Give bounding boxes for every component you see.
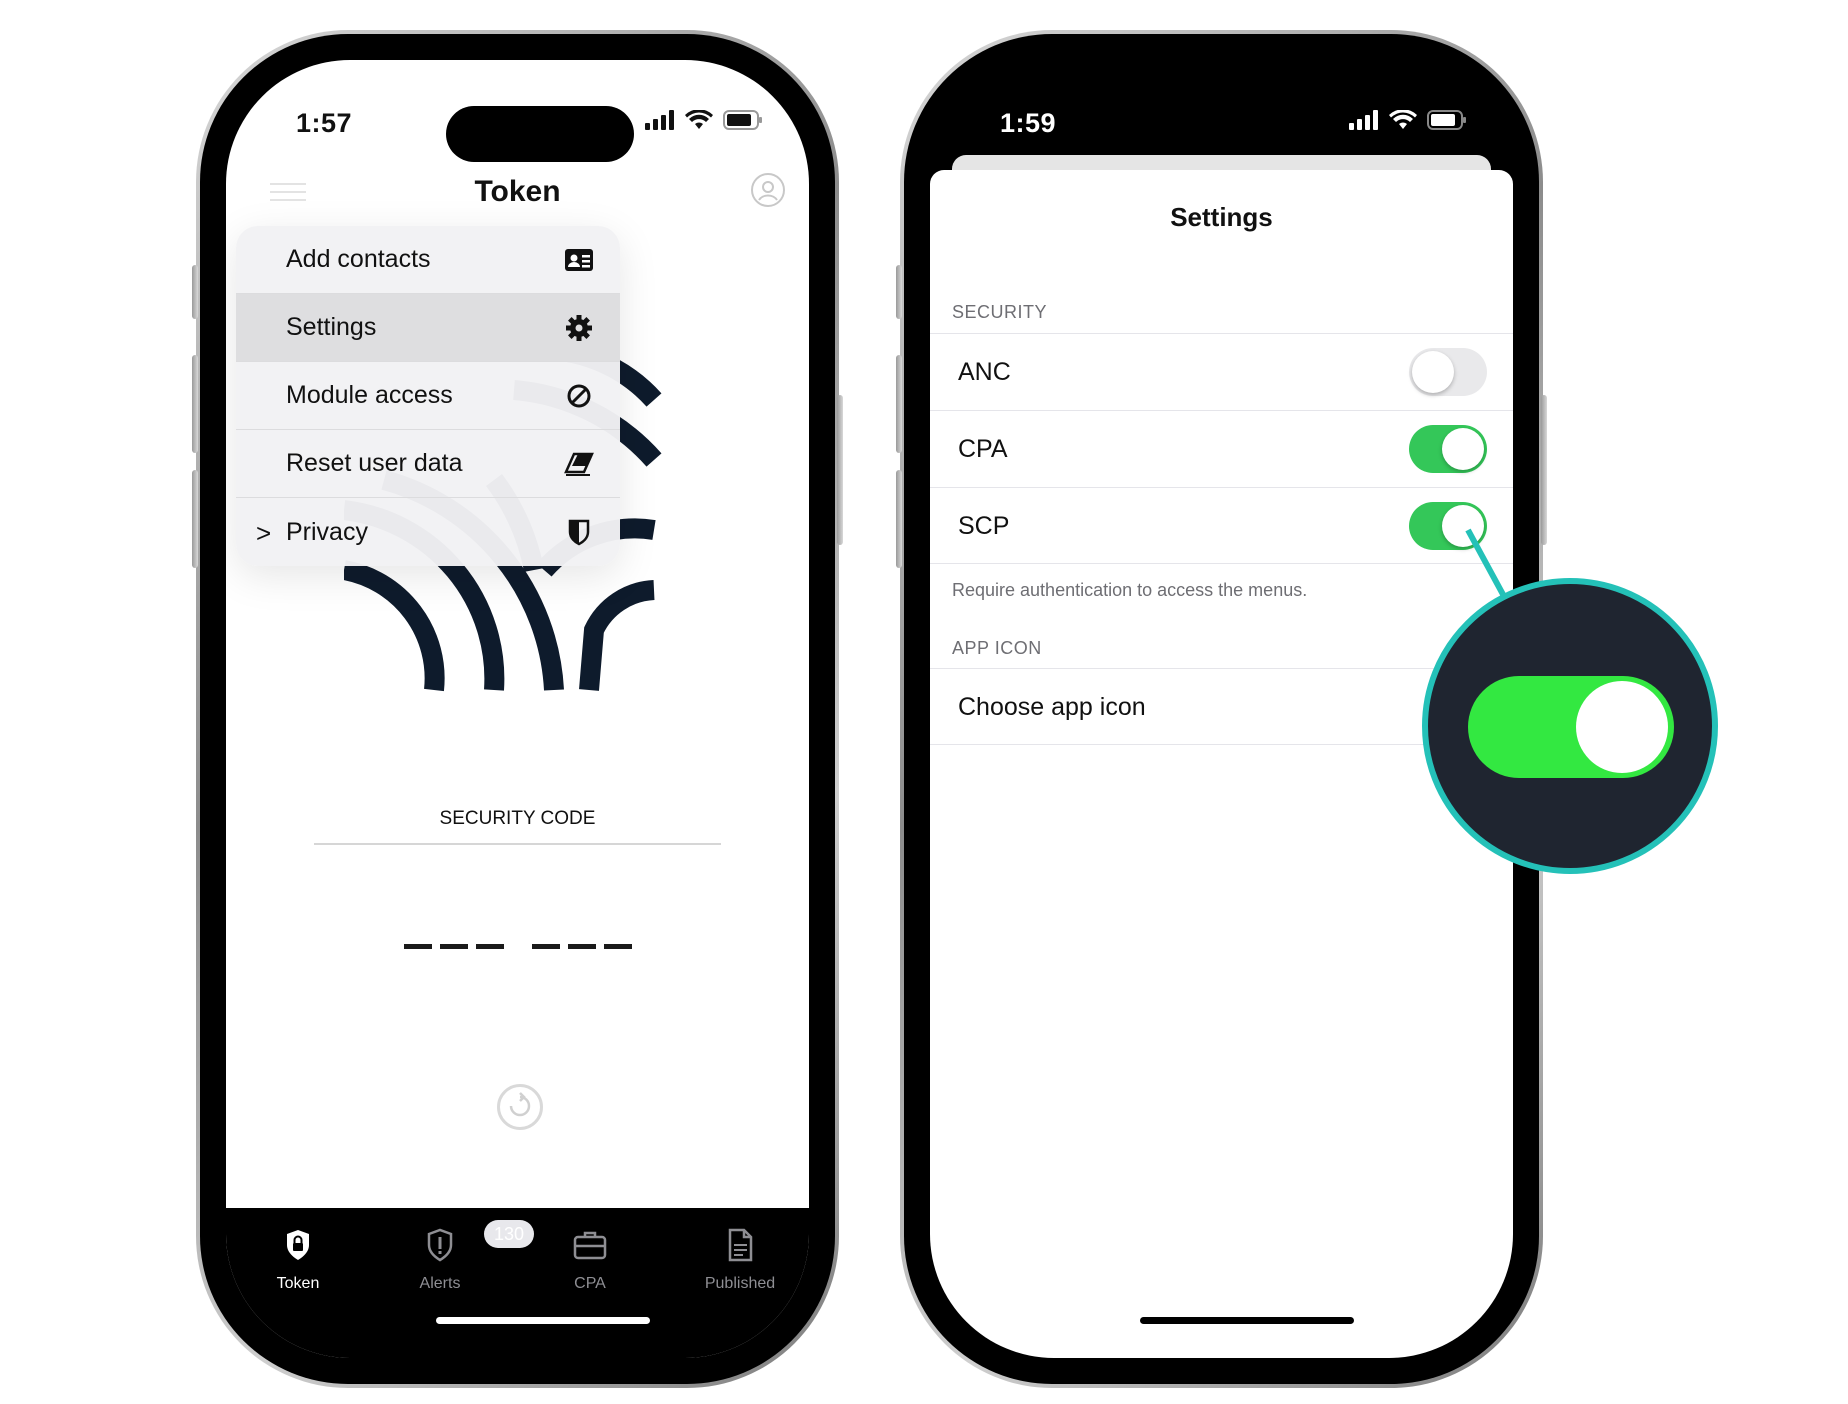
row-label: SCP	[958, 512, 1010, 540]
cpa-toggle[interactable]	[1409, 425, 1487, 473]
row-anc: ANC	[930, 333, 1513, 410]
refresh-icon[interactable]	[497, 1084, 543, 1130]
gear-icon	[566, 315, 592, 341]
status-time: 1:59	[1000, 108, 1057, 138]
security-code-label: SECURITY CODE	[439, 808, 596, 829]
home-indicator[interactable]	[436, 1317, 650, 1324]
menu-item-label: Settings	[286, 313, 377, 341]
screen: 1:57 Token Add contacts Settings Module …	[226, 60, 809, 1358]
tab-token[interactable]: Token	[228, 1228, 368, 1293]
menu-item-reset-user-data[interactable]: Reset user data	[236, 430, 620, 498]
menu-item-label: Add contacts	[286, 245, 431, 273]
volume-up-button	[192, 355, 198, 453]
volume-up-button	[896, 355, 902, 453]
row-label: ANC	[958, 358, 1011, 386]
tab-cpa[interactable]: CPA	[520, 1228, 660, 1293]
bezel: 1:57 Token Add contacts Settings Module …	[200, 34, 835, 1384]
contact-card-icon	[565, 249, 593, 271]
section-header-app-icon: APP ICON	[952, 638, 1042, 658]
side-button	[896, 265, 902, 319]
wifi-icon	[685, 110, 713, 129]
zoom-callout	[1422, 578, 1718, 874]
phone-left: 1:57 Token Add contacts Settings Module …	[192, 30, 843, 1388]
divider	[314, 843, 721, 845]
chevron-right-icon: >	[256, 518, 272, 548]
status-icons	[645, 110, 763, 130]
wifi-icon	[1389, 110, 1417, 129]
menu-item-label: Privacy	[286, 517, 368, 546]
menu-item-add-contacts[interactable]: Add contacts	[236, 226, 620, 294]
status-time: 1:57	[296, 108, 353, 138]
menu-item-label: Module access	[286, 381, 453, 409]
battery-icon	[723, 110, 762, 130]
power-button	[1541, 395, 1547, 545]
briefcase-icon	[573, 1231, 607, 1260]
side-button	[192, 265, 198, 319]
status-icons	[1349, 110, 1467, 130]
menu-item-privacy[interactable]: > Privacy	[236, 498, 620, 566]
tab-label: Published	[704, 1275, 776, 1292]
row-scp: SCP	[930, 487, 1513, 564]
settings-sheet: Settings SECURITY ANC CPA SCP Require au…	[930, 170, 1513, 1358]
zoomed-toggle	[1468, 676, 1674, 778]
signal-icon	[1349, 110, 1378, 130]
page-title: Token	[474, 175, 561, 208]
eraser-icon	[564, 452, 594, 476]
tab-bar: Token Alerts 130 CPA Published	[226, 1208, 809, 1358]
menu-item-module-access[interactable]: Module access	[236, 362, 620, 430]
security-footer-note: Require authentication to access the men…	[952, 580, 1308, 600]
menu-item-settings[interactable]: Settings	[236, 294, 620, 362]
sheet-title: Settings	[1170, 202, 1273, 232]
alert-shield-icon	[427, 1228, 453, 1262]
signal-icon	[645, 110, 674, 130]
dropdown-menu: Add contacts Settings Module access Rese…	[236, 226, 620, 566]
menu-item-label: Reset user data	[286, 449, 463, 477]
shield-icon	[568, 519, 590, 546]
section-header-security: SECURITY	[952, 302, 1048, 322]
battery-icon	[1427, 110, 1466, 130]
tab-label: CPA	[574, 1275, 606, 1292]
security-code-value	[226, 944, 809, 949]
volume-down-button	[192, 470, 198, 568]
profile-icon[interactable]	[751, 173, 785, 207]
tab-label: Alerts	[419, 1275, 461, 1292]
anc-toggle[interactable]	[1409, 348, 1487, 396]
row-cpa: CPA	[930, 410, 1513, 487]
home-indicator[interactable]	[1140, 1317, 1354, 1324]
lock-shield-icon	[287, 1230, 309, 1260]
row-label: Choose app icon	[958, 693, 1146, 721]
row-label: CPA	[958, 435, 1008, 463]
tab-label: Token	[276, 1275, 320, 1292]
tab-published[interactable]: Published	[670, 1228, 809, 1293]
scp-toggle[interactable]	[1409, 502, 1487, 550]
status-bar: 1:59	[930, 60, 1513, 150]
dynamic-island	[446, 106, 634, 162]
power-button	[837, 395, 843, 545]
document-icon	[728, 1228, 753, 1262]
volume-down-button	[896, 470, 902, 568]
prohibited-icon	[567, 384, 591, 408]
